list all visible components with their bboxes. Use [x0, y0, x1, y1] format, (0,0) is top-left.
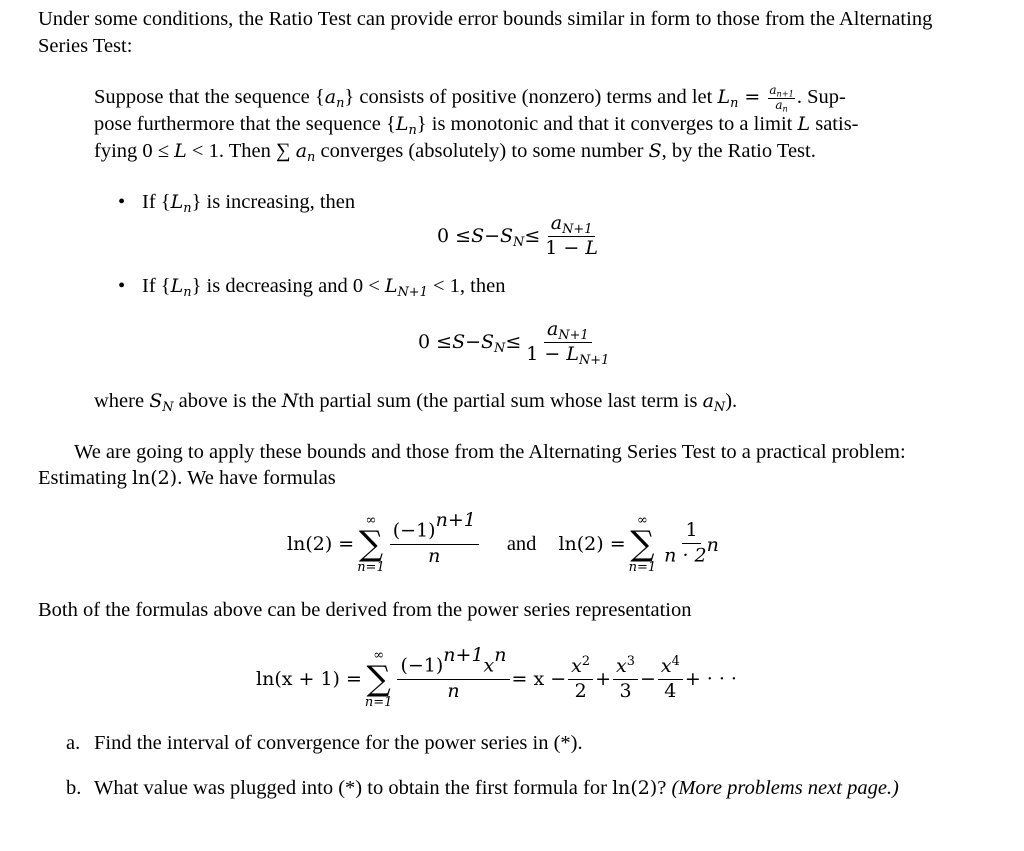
both-line: Both of the formulas above can be derive… [38, 599, 692, 621]
text: Suppose that the sequence { [94, 86, 325, 108]
intro-line-1: Under some conditions, the Ratio Test ca… [38, 8, 933, 30]
term-x2-fraction: x2 2 [568, 655, 594, 703]
geometric-term-fraction: 1n · 2n [664, 519, 719, 567]
intro-line-2: Series Test: [38, 35, 133, 57]
text: fying 0 ≤ [94, 140, 175, 162]
summation-icon: ∞ ∑ n=1 [364, 648, 393, 710]
where-line: where SN above is the Nth partial sum (t… [94, 390, 738, 415]
text: } consists of positive (nonzero) terms a… [344, 86, 718, 108]
theorem-line-1: Suppose that the sequence {an} consists … [94, 83, 846, 114]
text: converges (absolutely) to some number [315, 140, 649, 162]
text: , by the Ratio Test. [661, 140, 816, 162]
apply-line-2: Estimating ln(2). We have formulas [38, 467, 336, 489]
ln2-formulas: ln(2) = ∞ ∑ n=1 (−1)n+1 n and ln(2) = ∞ ∑ n=1… [287, 506, 724, 582]
term-x3-fraction: x3 3 [613, 655, 638, 703]
power-series-lhs: ln(x + 1) = [256, 668, 362, 690]
question-label: b. [66, 777, 82, 799]
question-label: a. [66, 732, 81, 754]
text: satis- [810, 113, 859, 135]
summation-icon: ∞ ∑ n=1 [357, 513, 385, 575]
bound-fraction: aN+1 1 − LN+1 [526, 317, 610, 368]
question-text: What value was plugged into (*) to obtai… [94, 777, 613, 799]
math-S: S [648, 140, 662, 162]
math-a: an [295, 140, 316, 165]
bullet-item-decreasing: • If {Ln} is decreasing and 0 < LN+1 < 1,… [118, 275, 506, 300]
bound-formula-decreasing: 0 ≤ S − SN ≤ aN+1 1 − LN+1 [418, 314, 614, 370]
apply-line-1: We are going to apply these bounds and t… [74, 441, 906, 463]
ln2-lhs: ln(2) = [558, 533, 626, 555]
bullet-item-increasing: • If {Ln} is increasing, then [118, 191, 356, 216]
power-term-fraction: (−1)n+1xn n [397, 646, 510, 702]
bound-fraction: aN+1 1 − L [545, 211, 598, 259]
and-text: and [506, 532, 537, 555]
math-L: L [797, 113, 811, 135]
question-text: Find the interval of convergence for the… [94, 732, 583, 754]
math-L: Ln [717, 86, 739, 111]
bound-formula-increasing: 0 ≤ S − SN ≤ aN+1 1 − L [437, 210, 603, 262]
alternating-term-fraction: (−1)n+1 n [389, 511, 479, 567]
bullet-icon: • [118, 275, 126, 297]
theorem-line-3: fying 0 ≤ L < 1. Then ∑ an converges (ab… [94, 138, 816, 165]
text: < 1. Then ∑ [186, 140, 296, 162]
term-x4-fraction: x4 4 [657, 655, 683, 703]
text: pose furthermore that the sequence { [94, 113, 396, 135]
equals: = [738, 86, 767, 108]
question-a: a. Find the interval of convergence for t… [66, 730, 583, 757]
more-problems-note: (More problems next page.) [671, 777, 899, 799]
bullet-icon: • [118, 191, 126, 213]
summation-icon: ∞ ∑ n=1 [628, 513, 657, 575]
text: } is monotonic and that it converges to … [416, 113, 798, 135]
text: . Sup- [796, 86, 846, 108]
ratio-fraction: an+1 an [768, 83, 795, 114]
ln2-lhs: ln(2) = [287, 533, 355, 555]
theorem-line-2: pose furthermore that the sequence {Ln} … [94, 111, 859, 138]
power-series-formula: ln(x + 1) = ∞ ∑ n=1 (−1)n+1xn n = x − x2 2 +… [256, 644, 737, 710]
math-a: an [324, 86, 345, 111]
question-b: b. What value was plugged into (*) to obt… [66, 775, 899, 802]
math-L: L [174, 140, 187, 162]
math-L: Ln [395, 113, 417, 138]
